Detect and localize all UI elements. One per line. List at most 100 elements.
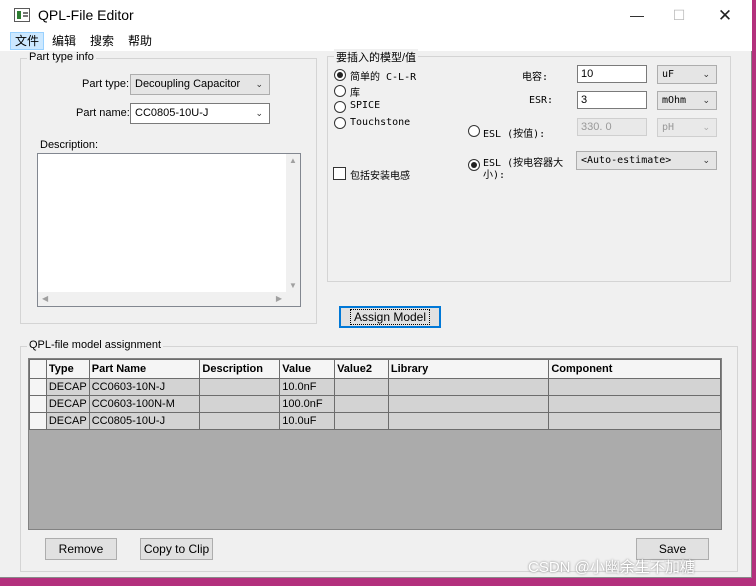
include-mount-checkbox[interactable] [333, 167, 346, 180]
cell-type[interactable]: DECAP [45, 395, 90, 413]
menu-search[interactable]: 搜索 [86, 32, 118, 50]
esr-unit-select[interactable]: mOhm ⌄ [657, 91, 717, 110]
close-button[interactable]: ✕ [702, 0, 748, 31]
cell-value[interactable]: 100.0nF [279, 395, 336, 413]
cell-component[interactable] [548, 378, 721, 396]
capacitance-label: 电容: [522, 72, 549, 83]
table-row[interactable]: DECAP CC0805-10U-J 10.0uF [29, 412, 721, 430]
table-row[interactable]: DECAP CC0603-100N-M 100.0nF [29, 395, 721, 413]
part-name-combo[interactable]: CC0805-10U-J ⌄ [130, 103, 270, 124]
esl-by-value-label: ESL (按值): [483, 129, 546, 140]
cell-description[interactable] [199, 395, 281, 413]
column-header-type[interactable]: Type [45, 359, 90, 379]
esr-label: ESR: [529, 95, 554, 106]
cell-type[interactable]: DECAP [45, 378, 90, 396]
part-type-select[interactable]: Decoupling Capacitor ⌄ [130, 74, 270, 95]
window-title: QPL-File Editor [38, 7, 134, 23]
part-name-value: CC0805-10U-J [135, 107, 209, 119]
capacitance-input[interactable]: 10 [577, 65, 647, 83]
capacitance-unit-select[interactable]: uF ⌄ [657, 65, 717, 84]
row-header-corner [29, 359, 47, 379]
copy-to-clip-button[interactable]: Copy to Clip [140, 538, 213, 560]
remove-button[interactable]: Remove [45, 538, 117, 560]
chevron-down-icon: ⌄ [702, 69, 710, 79]
model-assignment-title: QPL-file model assignment [27, 339, 164, 351]
radio-simple-clr[interactable] [334, 69, 346, 81]
radio-spice[interactable] [334, 101, 346, 113]
cell-value2[interactable] [334, 412, 389, 430]
chevron-down-icon: ⌄ [702, 155, 710, 165]
column-header-value[interactable]: Value [279, 359, 336, 379]
cell-value[interactable]: 10.0nF [279, 378, 336, 396]
minimize-button[interactable]: — [614, 0, 660, 31]
maximize-button[interactable]: ☐ [656, 0, 702, 31]
cell-part-name[interactable]: CC0603-10N-J [88, 378, 201, 396]
scroll-corner [286, 292, 300, 306]
cell-value[interactable]: 10.0uF [279, 412, 336, 430]
esl-unit-value: pH [662, 122, 675, 133]
column-header-value2[interactable]: Value2 [334, 359, 389, 379]
app-icon [14, 8, 30, 22]
cell-type[interactable]: DECAP [45, 412, 90, 430]
horizontal-scrollbar[interactable]: ◀ ▶ [38, 292, 286, 306]
assignment-grid[interactable]: Type Part Name Description Value Value2 … [28, 358, 722, 530]
row-header[interactable] [29, 395, 47, 413]
radio-touchstone-label: Touchstone [350, 117, 411, 128]
cell-library[interactable] [387, 378, 550, 396]
row-header[interactable] [29, 412, 47, 430]
description-label: Description: [40, 139, 99, 151]
capacitance-unit-value: uF [662, 69, 675, 80]
cell-part-name[interactable]: CC0805-10U-J [88, 412, 201, 430]
esl-size-value: <Auto-estimate> [581, 155, 672, 166]
part-type-info-title: Part type info [27, 51, 96, 63]
radio-touchstone[interactable] [334, 117, 346, 129]
column-header-component[interactable]: Component [548, 359, 721, 379]
menu-bar: 文件 编辑 搜索 帮助 [0, 31, 752, 51]
cell-value2[interactable] [334, 378, 389, 396]
menu-file[interactable]: 文件 [10, 32, 45, 50]
column-header-library[interactable]: Library [387, 359, 550, 379]
cell-value2[interactable] [334, 395, 389, 413]
menu-help[interactable]: 帮助 [124, 32, 156, 50]
esl-size-select[interactable]: <Auto-estimate> ⌄ [576, 151, 717, 170]
esl-by-size-label-line2: 小): [483, 170, 506, 181]
part-type-value: Decoupling Capacitor [135, 78, 241, 90]
vertical-scrollbar[interactable]: ▲ ▼ [286, 154, 300, 292]
cell-component[interactable] [548, 412, 721, 430]
table-row[interactable]: DECAP CC0603-10N-J 10.0nF [29, 378, 721, 396]
model-group-title: 要插入的模型/值 [334, 49, 419, 65]
esr-input[interactable]: 3 [577, 91, 647, 109]
radio-library[interactable] [334, 85, 346, 97]
qpl-editor-window: QPL-File Editor — ☐ ✕ 文件 编辑 搜索 帮助 Part t… [0, 0, 752, 578]
scroll-left-icon[interactable]: ◀ [42, 294, 48, 303]
scroll-down-icon[interactable]: ▼ [289, 281, 297, 290]
column-header-part-name[interactable]: Part Name [88, 359, 201, 379]
chevron-down-icon: ⌄ [702, 95, 710, 105]
part-name-label: Part name: [76, 107, 130, 119]
radio-library-label: 库 [350, 88, 360, 99]
assignment-table: Type Part Name Description Value Value2 … [29, 359, 721, 430]
cell-component[interactable] [548, 395, 721, 413]
radio-esl-by-size[interactable] [468, 159, 480, 171]
scroll-up-icon[interactable]: ▲ [289, 156, 297, 165]
cell-description[interactable] [199, 412, 281, 430]
part-type-label: Part type: [82, 78, 130, 90]
include-mount-label: 包括安装电感 [350, 171, 410, 182]
menu-edit[interactable]: 编辑 [48, 32, 80, 50]
radio-esl-by-value[interactable] [468, 125, 480, 137]
cell-library[interactable] [387, 412, 550, 430]
cell-library[interactable] [387, 395, 550, 413]
radio-simple-clr-label: 简单的 C-L-R [350, 72, 417, 83]
scroll-right-icon[interactable]: ▶ [276, 294, 282, 303]
esl-unit-select[interactable]: pH ⌄ [657, 118, 717, 137]
assign-model-label: Assign Model [349, 309, 431, 325]
row-header[interactable] [29, 378, 47, 396]
column-header-description[interactable]: Description [199, 359, 281, 379]
esr-unit-value: mOhm [662, 95, 687, 106]
esl-value-input[interactable]: 330. 0 [577, 118, 647, 136]
cell-description[interactable] [199, 378, 281, 396]
assign-model-button[interactable]: Assign Model [339, 306, 441, 328]
description-textarea[interactable]: ▲ ▼ ◀ ▶ [37, 153, 301, 307]
title-bar: QPL-File Editor — ☐ ✕ [0, 0, 752, 31]
cell-part-name[interactable]: CC0603-100N-M [88, 395, 201, 413]
